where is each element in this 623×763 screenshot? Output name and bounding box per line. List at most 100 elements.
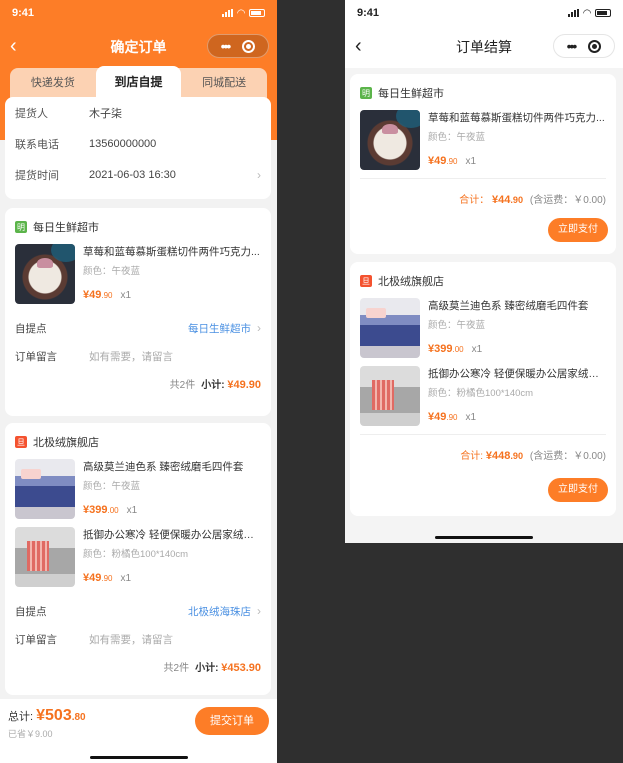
- signal-icon: [568, 9, 580, 17]
- store-name: 北极绒旗舰店: [378, 276, 444, 288]
- product-item[interactable]: 高级莫兰迪色系 臻密绒磨毛四件套 颜色：午夜蓝 ¥399.00 x1: [360, 298, 606, 358]
- store-order-card: 旦 北极绒旗舰店 高级莫兰迪色系 臻密绒磨毛四件套 颜色：午夜蓝 ¥399.00…: [5, 423, 271, 695]
- field-label: 联系电话: [15, 138, 59, 151]
- product-price: ¥49.90: [83, 572, 113, 584]
- shipping-fee: (含运费：￥0.00): [529, 195, 606, 206]
- status-time: 9:41: [12, 7, 35, 19]
- product-spec: 颜色：粉橘色100*140cm: [428, 388, 534, 399]
- back-icon[interactable]: ‹: [355, 36, 362, 56]
- divider: [360, 178, 606, 179]
- product-name: 草莓和蓝莓慕斯蛋糕切件两件巧克力...: [83, 246, 260, 258]
- confirm-order-screen: 9:41 ◠ ‹ 确定订单 ••• 快递发货 到店自提 同城配送 提货人 木子柒…: [0, 0, 277, 763]
- store-icon: 旦: [15, 436, 27, 448]
- product-qty: x1: [471, 344, 483, 355]
- product-item[interactable]: 高级莫兰迪色系 臻密绒磨毛四件套 颜色：午夜蓝 ¥399.00 x1: [15, 459, 261, 519]
- status-bar: 9:41 ◠: [345, 0, 623, 26]
- product-image: [360, 366, 420, 426]
- close-icon[interactable]: [588, 39, 602, 53]
- status-time: 9:41: [357, 7, 380, 19]
- pickup-point-row[interactable]: 自提点 北极绒海珠店 ›: [15, 597, 261, 625]
- product-item[interactable]: 草莓和蓝莓慕斯蛋糕切件两件巧克力... 颜色：午夜蓝 ¥49.90 x1: [360, 110, 606, 170]
- tab-express[interactable]: 快递发货: [10, 68, 96, 98]
- submit-order-button[interactable]: 提交订单: [195, 707, 269, 735]
- product-price: ¥49.90: [428, 155, 458, 167]
- pickup-time-value: 2021-06-03 16:30: [89, 168, 176, 181]
- store-order-card: 明 每日生鲜超市 草莓和蓝莓慕斯蛋糕切件两件巧克力... 颜色：午夜蓝 ¥49.…: [350, 74, 616, 254]
- field-label: 订单留言: [15, 633, 57, 646]
- product-item[interactable]: 抵御办公寒冷 轻便保暖办公居家绒毯... 颜色：粉橘色100*140cm ¥49…: [15, 527, 261, 587]
- product-name: 抵御办公寒冷 轻便保暖办公居家绒毯...: [428, 368, 606, 380]
- chevron-right-icon: ›: [257, 167, 261, 182]
- product-spec: 颜色：午夜蓝: [83, 266, 141, 277]
- store-icon: 旦: [360, 275, 372, 287]
- field-label: 订单留言: [15, 350, 57, 363]
- chevron-right-icon: ›: [257, 321, 261, 335]
- order-total-line: 合计： ¥44.90 (含运费：￥0.00): [459, 194, 606, 206]
- pickup-person-row: 提货人 木子柒: [15, 97, 261, 128]
- store-header: 明 每日生鲜超市: [15, 218, 261, 236]
- product-item[interactable]: 草莓和蓝莓慕斯蛋糕切件两件巧克力... 颜色：午夜蓝 ¥49.90 x1: [15, 244, 261, 304]
- battery-icon: [595, 9, 611, 17]
- more-icon[interactable]: •••: [221, 39, 232, 53]
- product-name: 高级莫兰迪色系 臻密绒磨毛四件套: [83, 461, 244, 473]
- signal-icon: [222, 9, 234, 17]
- store-order-card: 旦 北极绒旗舰店 高级莫兰迪色系 臻密绒磨毛四件套 颜色：午夜蓝 ¥399.00…: [350, 262, 616, 516]
- pay-now-button[interactable]: 立即支付: [548, 478, 608, 502]
- nav-bar: ‹ 确定订单 •••: [0, 26, 277, 68]
- mini-program-capsule: •••: [207, 34, 269, 58]
- wifi-icon: ◠: [583, 7, 591, 19]
- product-name: 高级莫兰迪色系 臻密绒磨毛四件套: [428, 300, 589, 312]
- chevron-right-icon: ›: [257, 604, 261, 618]
- store-header: 明 每日生鲜超市: [360, 84, 606, 102]
- home-indicator: [435, 536, 533, 539]
- pickup-point-link[interactable]: 每日生鲜超市: [89, 321, 251, 336]
- order-note-input[interactable]: 如有需要，请留言: [89, 632, 261, 647]
- total-amount: ¥503.80: [36, 707, 86, 724]
- store-icon: 明: [360, 87, 372, 99]
- pay-now-button[interactable]: 立即支付: [548, 218, 608, 242]
- product-image: [15, 527, 75, 587]
- product-price: ¥399.00: [428, 343, 464, 355]
- product-qty: x1: [126, 505, 138, 516]
- store-name: 每日生鲜超市: [33, 222, 99, 234]
- product-spec: 颜色：午夜蓝: [83, 481, 141, 492]
- more-icon[interactable]: •••: [567, 39, 578, 53]
- tab-store-pickup[interactable]: 到店自提: [95, 66, 182, 98]
- tab-same-city[interactable]: 同城配送: [181, 68, 267, 98]
- order-note-row: 订单留言 如有需要，请留言: [15, 625, 261, 653]
- product-qty: x1: [465, 412, 477, 423]
- divider: [360, 434, 606, 435]
- order-settlement-screen: 9:41 ◠ ‹ 订单结算 ••• 明 每日生鲜超市 草莓和蓝莓慕斯蛋糕切件两件…: [345, 0, 623, 543]
- product-qty: x1: [120, 290, 132, 301]
- product-qty: x1: [120, 573, 132, 584]
- subtotal-amount: ¥453.90: [221, 662, 261, 674]
- order-total-amount: ¥44.90: [492, 194, 524, 206]
- product-price: ¥399.00: [83, 504, 119, 516]
- pickup-point-link[interactable]: 北极绒海珠店: [89, 604, 251, 619]
- product-image: [360, 110, 420, 170]
- order-total-line: 合计: ¥448.90 (含运费：￥0.00): [460, 450, 606, 462]
- pickup-time-row[interactable]: 提货时间 2021-06-03 16:30 ›: [15, 159, 261, 190]
- pickup-point-row[interactable]: 自提点 每日生鲜超市 ›: [15, 314, 261, 342]
- battery-icon: [249, 9, 265, 17]
- pickup-person-value: 木子柒: [89, 107, 122, 120]
- page-title: 订单结算: [456, 39, 512, 55]
- product-qty: x1: [465, 156, 477, 167]
- product-image: [15, 459, 75, 519]
- subtotal-amount: ¥49.90: [227, 379, 261, 391]
- product-spec: 颜色：午夜蓝: [428, 132, 486, 143]
- product-item[interactable]: 抵御办公寒冷 轻便保暖办公居家绒毯... 颜色：粉橘色100*140cm ¥49…: [360, 366, 606, 426]
- product-name: 草莓和蓝莓慕斯蛋糕切件两件巧克力...: [428, 112, 605, 124]
- order-note-input[interactable]: 如有需要，请留言: [89, 349, 261, 364]
- back-icon[interactable]: ‹: [10, 36, 17, 56]
- wifi-icon: ◠: [237, 7, 245, 19]
- product-image: [15, 244, 75, 304]
- mini-program-capsule: •••: [553, 34, 615, 58]
- product-spec: 颜色：午夜蓝: [428, 320, 486, 331]
- pickup-info-card: 提货人 木子柒 联系电话 13560000000 提货时间 2021-06-03…: [5, 97, 271, 199]
- field-label: 自提点: [15, 605, 47, 618]
- phone-value: 13560000000: [89, 137, 157, 150]
- product-price: ¥49.90: [83, 289, 113, 301]
- nav-bar: ‹ 订单结算 •••: [345, 26, 623, 68]
- close-icon[interactable]: [242, 39, 256, 53]
